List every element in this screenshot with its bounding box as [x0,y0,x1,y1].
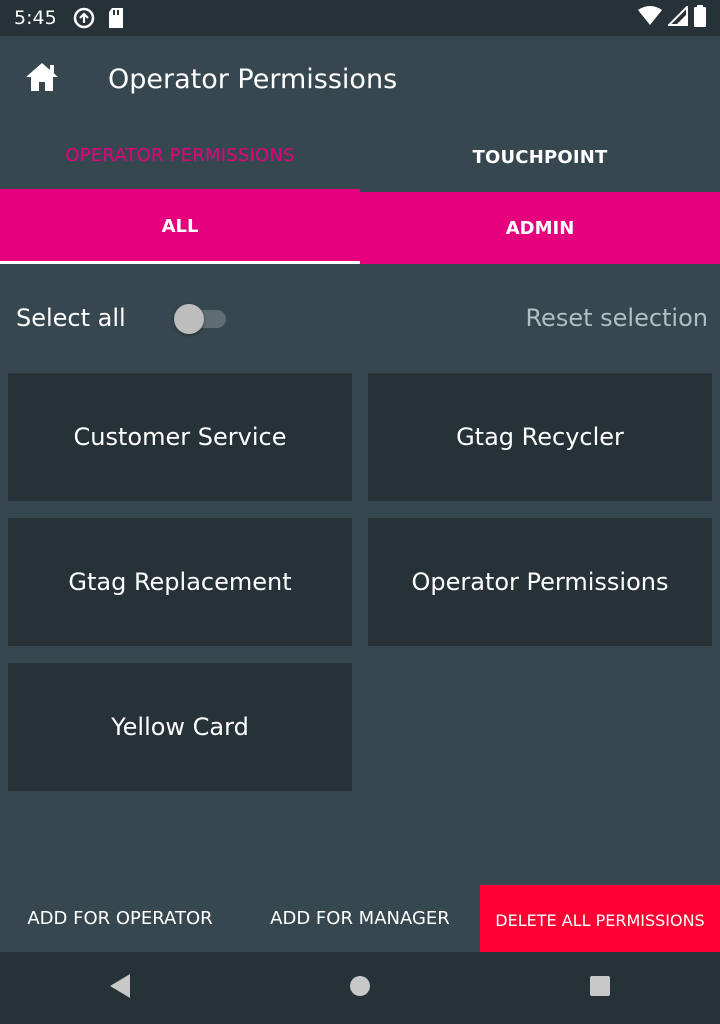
tab-operator-permissions[interactable]: OPERATOR PERMISSIONS [0,122,360,192]
add-for-operator-button[interactable]: ADD FOR OPERATOR [0,885,240,952]
tab-all[interactable]: ALL [0,192,360,264]
app-bar: Operator Permissions [0,36,720,122]
toggle-thumb [173,304,204,334]
secondary-tabs: ALL ADMIN [0,192,720,264]
primary-tabs: OPERATOR PERMISSIONS TOUCHPOINT [0,122,720,192]
status-right-icons [638,4,706,32]
wifi-icon [638,5,662,31]
selection-row: Select all Reset selection [0,286,720,350]
bottom-actions: ADD FOR OPERATOR ADD FOR MANAGER DELETE … [0,885,720,952]
home-button[interactable] [0,36,84,122]
back-icon [108,973,132,1003]
status-time: 5:45 [14,7,57,29]
nav-back-button[interactable] [70,952,170,1024]
sync-icon [73,7,95,29]
select-all-toggle[interactable] [173,300,230,336]
nav-recents-button[interactable] [550,952,650,1024]
nav-home-button[interactable] [310,952,410,1024]
home-icon [24,61,60,97]
battery-icon [694,4,706,32]
page-title: Operator Permissions [108,63,398,95]
status-bar: 5:45 [0,0,720,36]
system-nav-bar [0,952,720,1024]
sd-card-icon [107,7,125,29]
delete-all-permissions-button[interactable]: DELETE ALL PERMISSIONS [480,885,720,952]
signal-icon [666,4,688,31]
recents-icon [588,974,612,1002]
tab-touchpoint[interactable]: TOUCHPOINT [360,122,720,192]
permission-card-operator-permissions[interactable]: Operator Permissions [368,518,712,646]
reset-selection-button[interactable]: Reset selection [525,304,708,332]
add-for-manager-button[interactable]: ADD FOR MANAGER [240,885,480,952]
permission-card-yellow-card[interactable]: Yellow Card [8,663,352,791]
home-circle-icon [348,974,372,1002]
permission-card-customer-service[interactable]: Customer Service [8,373,352,501]
tab-admin[interactable]: ADMIN [360,192,720,264]
permission-card-gtag-replacement[interactable]: Gtag Replacement [8,518,352,646]
permission-card-gtag-recycler[interactable]: Gtag Recycler [368,373,712,501]
select-all-label: Select all [16,304,126,332]
